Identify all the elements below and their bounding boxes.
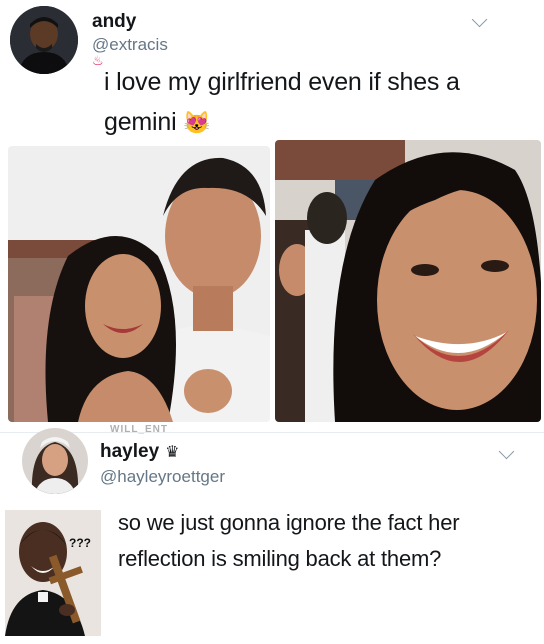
- crown-icon: ♛: [165, 444, 180, 461]
- tweet-photo-2[interactable]: [275, 140, 541, 422]
- tweet-text-line2: gemini 😻: [104, 103, 211, 142]
- chevron-down-icon[interactable]: [471, 11, 488, 28]
- photo-watermark: WILL_ENT: [110, 424, 168, 435]
- tweet-text-word: gemini: [104, 108, 177, 136]
- handle-badge-icon: ♨: [92, 53, 104, 68]
- author-name[interactable]: andy: [92, 11, 136, 33]
- meme-caption: ???: [69, 536, 91, 550]
- reply-author-name[interactable]: hayley: [100, 441, 159, 463]
- andy-avatar[interactable]: [10, 6, 78, 74]
- reply-meme-image: ???: [5, 510, 101, 636]
- reply-text-line2: reflection is smiling back at them?: [118, 546, 442, 571]
- divider: [0, 432, 544, 433]
- chevron-down-icon[interactable]: [498, 443, 515, 460]
- emoji-heart-eyes-cat-icon: 😻: [183, 110, 211, 135]
- tweet-text-line1: i love my girlfriend even if shes a: [104, 68, 460, 96]
- tweet-photo-1[interactable]: [8, 146, 270, 422]
- author-handle[interactable]: @extracis: [92, 35, 168, 55]
- reply-author-handle[interactable]: @hayleyroettger: [100, 467, 225, 487]
- hayley-avatar[interactable]: [22, 428, 88, 494]
- reply-text-line1: so we just gonna ignore the fact her: [118, 510, 460, 535]
- reply-author-row: hayley ♛: [100, 441, 180, 463]
